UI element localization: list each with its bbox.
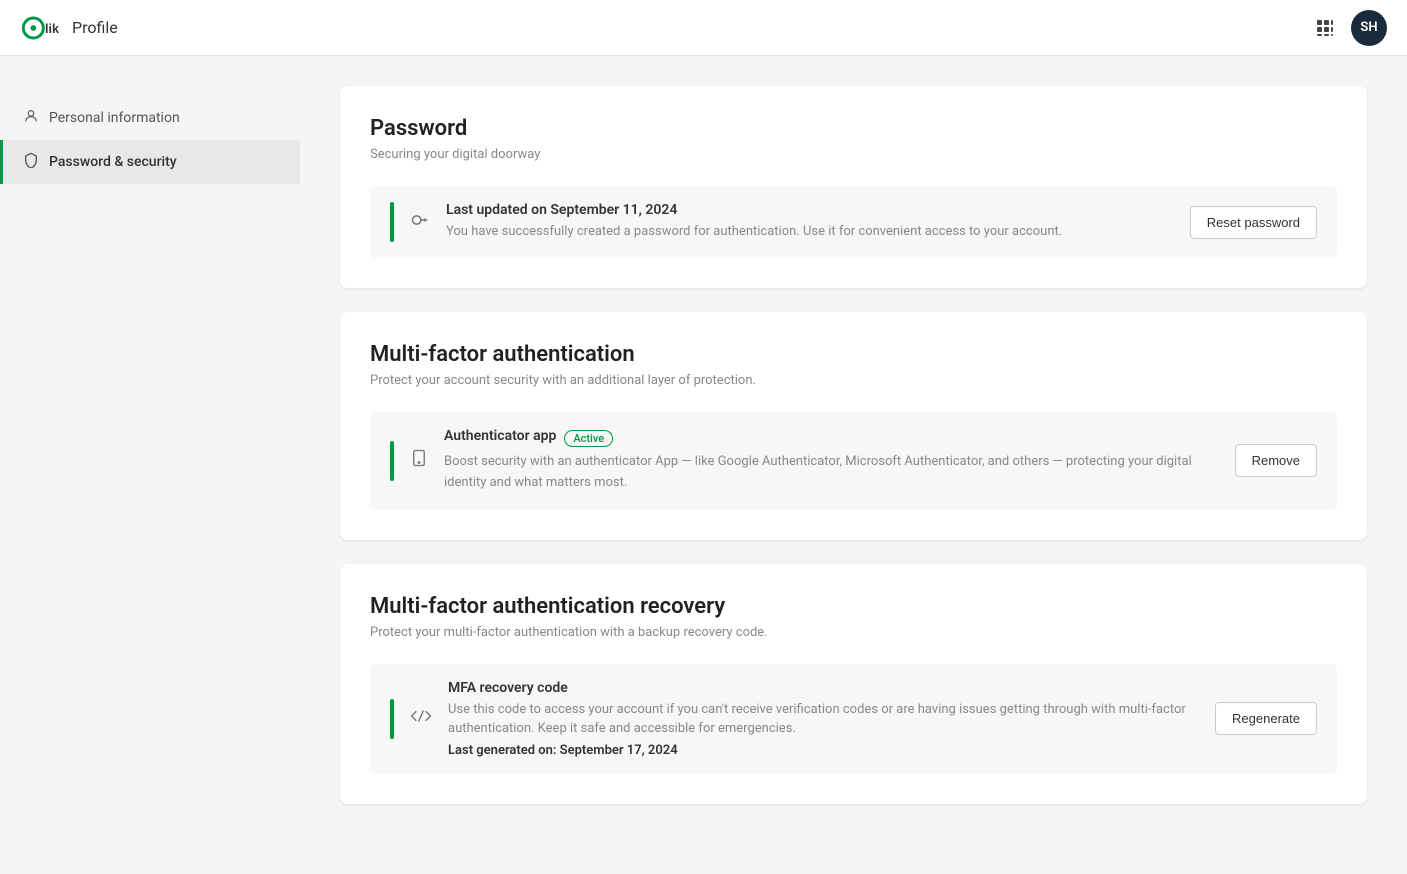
- regenerate-action: Regenerate: [1215, 702, 1317, 735]
- password-card-subtitle: Securing your digital doorway: [370, 147, 1337, 162]
- password-updated-desc: You have successfully created a password…: [446, 222, 1174, 242]
- authenticator-app-title: Authenticator app: [444, 428, 556, 444]
- password-updated-title: Last updated on September 11, 2024: [446, 202, 1174, 218]
- sidebar-item-personal-information-label: Personal information: [49, 110, 180, 126]
- main-content: Password Securing your digital doorway L…: [300, 56, 1407, 874]
- mfa-recovery-title: Multi-factor authentication recovery: [370, 594, 1337, 619]
- remove-authenticator-action: Remove: [1235, 444, 1317, 477]
- recovery-info-content: MFA recovery code Use this code to acces…: [448, 680, 1199, 758]
- authenticator-info-row: Authenticator app Active Boost security …: [370, 412, 1337, 510]
- authenticator-info-content: Authenticator app Active Boost security …: [444, 428, 1219, 494]
- shield-icon: [23, 152, 39, 172]
- recovery-last-generated: Last generated on: September 17, 2024: [448, 743, 1199, 758]
- recovery-code-title: MFA recovery code: [448, 680, 1199, 696]
- mfa-card-subtitle: Protect your account security with an ad…: [370, 373, 1337, 388]
- recovery-code-desc: Use this code to access your account if …: [448, 700, 1199, 739]
- code-icon: [410, 707, 432, 730]
- green-bar-password: [390, 202, 394, 242]
- password-card-title: Password: [370, 116, 1337, 141]
- grid-icon[interactable]: [1315, 18, 1335, 38]
- green-bar-recovery: [390, 699, 394, 739]
- key-icon: [410, 210, 430, 235]
- header-left: lik Profile: [20, 14, 118, 42]
- regenerate-button[interactable]: Regenerate: [1215, 702, 1317, 735]
- svg-text:lik: lik: [45, 22, 59, 36]
- header-title: Profile: [72, 18, 118, 37]
- sidebar-item-password-security[interactable]: Password & security: [0, 140, 300, 184]
- active-badge: Active: [564, 430, 613, 447]
- password-info-row: Last updated on September 11, 2024 You h…: [370, 186, 1337, 258]
- header-right: SH: [1315, 10, 1387, 46]
- authenticator-title-row: Authenticator app Active: [444, 428, 1219, 448]
- reset-password-button[interactable]: Reset password: [1190, 206, 1317, 239]
- qlik-logo: lik: [20, 14, 60, 42]
- mfa-recovery-card: Multi-factor authentication recovery Pro…: [340, 564, 1367, 804]
- authenticator-desc: Boost security with an authenticator App…: [444, 452, 1219, 494]
- app-header: lik Profile SH: [0, 0, 1407, 56]
- mfa-card: Multi-factor authentication Protect your…: [340, 312, 1367, 540]
- mfa-recovery-subtitle: Protect your multi-factor authentication…: [370, 625, 1337, 640]
- sidebar: Personal information Password & security: [0, 56, 300, 874]
- phone-icon: [410, 448, 428, 473]
- reset-password-action: Reset password: [1190, 206, 1317, 239]
- remove-button[interactable]: Remove: [1235, 444, 1317, 477]
- password-card: Password Securing your digital doorway L…: [340, 86, 1367, 288]
- green-bar-mfa: [390, 441, 394, 481]
- main-layout: Personal information Password & security…: [0, 56, 1407, 874]
- recovery-info-row: MFA recovery code Use this code to acces…: [370, 664, 1337, 774]
- sidebar-item-password-security-label: Password & security: [49, 154, 177, 170]
- mfa-card-title: Multi-factor authentication: [370, 342, 1337, 367]
- person-icon: [23, 108, 39, 128]
- avatar[interactable]: SH: [1351, 10, 1387, 46]
- password-info-content: Last updated on September 11, 2024 You h…: [446, 202, 1174, 242]
- sidebar-item-personal-information[interactable]: Personal information: [0, 96, 300, 140]
